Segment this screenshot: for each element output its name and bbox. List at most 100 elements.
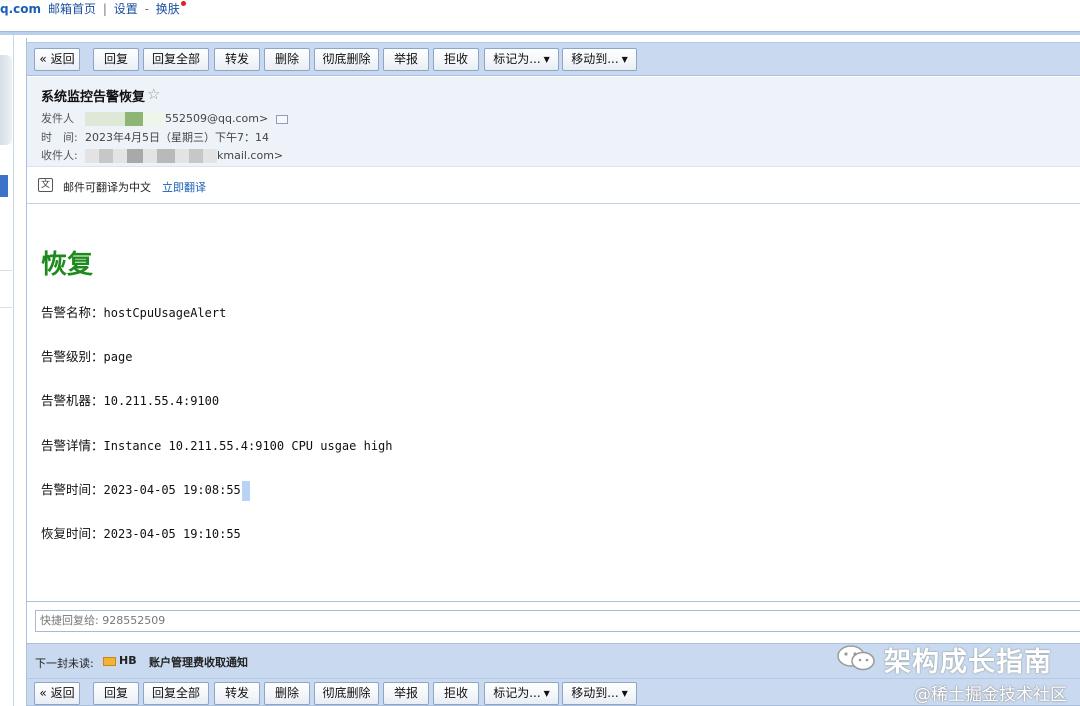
settings-link[interactable]: 设置 — [114, 2, 138, 16]
reply-all-button[interactable]: 回复全部 — [143, 48, 209, 71]
redaction-mosaic — [127, 149, 143, 163]
redaction-mosaic — [99, 149, 113, 163]
chevron-down-icon: ▼ — [621, 55, 628, 64]
mark-as-label: 标记为... — [493, 686, 541, 700]
row-key: 告警机器： — [41, 393, 104, 408]
move-to-dropdown[interactable]: 移动到... ▼ — [562, 682, 637, 705]
top-divider — [0, 31, 1080, 35]
redaction-mosaic — [143, 112, 165, 126]
translate-hint: 邮件可翻译为中文 — [63, 181, 151, 194]
separator: - — [144, 2, 149, 16]
divider — [0, 270, 12, 271]
row-value: Instance 10.211.55.4:9100 CPU usgae high — [103, 439, 393, 453]
mailbox-home-link[interactable]: 邮箱首页 — [48, 2, 96, 16]
row-value: 2023-04-05 19:10:55 — [103, 527, 241, 541]
row-value: 2023-04-05 19:08:55 — [103, 483, 241, 497]
sender-address[interactable]: 552509@qq.com> — [165, 112, 268, 125]
notification-dot-icon — [180, 1, 186, 6]
redaction-mosaic — [85, 112, 125, 126]
forward-button[interactable]: 转发 — [214, 682, 260, 705]
recipient-row: 收件人: kmail.com> — [41, 147, 283, 163]
reply-button[interactable]: 回复 — [93, 48, 139, 71]
quick-reply-area: 快捷回复给: 928552509 — [27, 601, 1080, 643]
alert-time-row: 告警时间：2023-04-05 19:08:55 — [41, 479, 250, 501]
recipient-label: 收件人: — [41, 149, 78, 162]
separator: | — [102, 2, 107, 16]
wechat-icon — [837, 645, 875, 671]
sidebar-selected-indicator[interactable] — [0, 175, 8, 197]
email-body: 恢复 告警名称：hostCpuUsageAlert 告警级别：page 告警机器… — [27, 206, 1080, 601]
alert-level-row: 告警级别：page — [41, 346, 132, 365]
divider — [0, 307, 12, 308]
body-heading: 恢复 — [41, 250, 94, 280]
reply-button[interactable]: 回复 — [93, 682, 139, 705]
top-links: 邮箱首页 | 设置 - 换肤 — [48, 0, 186, 17]
delete-button[interactable]: 删除 — [264, 48, 310, 71]
left-sidebar-edge — [0, 35, 14, 706]
translation-bar: 文 邮件可翻译为中文 立即翻译 — [27, 166, 1080, 204]
next-unread-subject[interactable]: 账户管理费收取通知 — [149, 654, 248, 670]
logo-text: q.com — [0, 2, 42, 16]
sidebar-decoration — [0, 55, 12, 145]
delete-permanently-button[interactable]: 彻底删除 — [314, 48, 379, 71]
row-key: 告警时间： — [41, 482, 104, 497]
back-button[interactable]: « 返回 — [34, 682, 80, 705]
chevron-down-icon: ▼ — [543, 55, 550, 64]
contact-card-icon[interactable] — [276, 114, 289, 124]
move-to-label: 移动到... — [571, 52, 619, 66]
redaction-mosaic — [203, 149, 217, 163]
sender-label: 发件人 — [41, 112, 74, 125]
sender-row: 发件人 552509@qq.com> — [41, 110, 289, 126]
alert-machine-row: 告警机器：10.211.55.4:9100 — [41, 390, 219, 409]
redaction-mosaic — [175, 149, 189, 163]
reject-button[interactable]: 拒收 — [433, 48, 479, 71]
change-skin-link[interactable]: 换肤 — [156, 2, 180, 16]
watermark-title: 架构成长指南 — [884, 647, 1052, 678]
email-subject: 系统监控告警恢复 — [41, 90, 146, 105]
delete-button[interactable]: 删除 — [264, 682, 310, 705]
quick-reply-input[interactable]: 快捷回复给: 928552509 — [35, 610, 1080, 632]
delete-permanently-button[interactable]: 彻底删除 — [314, 682, 379, 705]
translate-icon: 文 — [38, 178, 53, 192]
row-key: 告警级别： — [41, 349, 104, 364]
move-to-dropdown[interactable]: 移动到... ▼ — [562, 48, 637, 71]
row-key: 恢复时间： — [41, 526, 104, 541]
recipient-address[interactable]: kmail.com> — [217, 149, 283, 162]
redaction-mosaic — [113, 149, 127, 163]
mark-as-dropdown[interactable]: 标记为... ▼ — [484, 682, 559, 705]
next-unread-label: 下一封未读: — [35, 657, 94, 670]
recovery-time-row: 恢复时间：2023-04-05 19:10:55 — [41, 523, 241, 542]
row-value: 10.211.55.4:9100 — [103, 394, 220, 408]
alert-detail-row: 告警详情：Instance 10.211.55.4:9100 CPU usgae… — [41, 435, 393, 454]
time-label: 时 间: — [41, 131, 78, 144]
star-icon[interactable]: ☆ — [147, 85, 160, 103]
watermark-subtitle: @稀土掘金技术社区 — [914, 685, 1067, 705]
redaction-mosaic — [85, 149, 99, 163]
forward-button[interactable]: 转发 — [214, 48, 260, 71]
time-value: 2023年4月5日（星期三）下午7：14 — [85, 131, 269, 144]
redaction-mosaic — [125, 112, 143, 126]
chevron-down-icon: ▼ — [543, 689, 550, 698]
report-button[interactable]: 举报 — [383, 682, 429, 705]
redaction-mosaic — [157, 149, 175, 163]
translate-now-link[interactable]: 立即翻译 — [162, 179, 206, 195]
envelope-icon — [103, 657, 116, 666]
reject-button[interactable]: 拒收 — [433, 682, 479, 705]
row-key: 告警名称： — [41, 305, 104, 320]
redaction-mosaic — [189, 149, 203, 163]
row-value: hostCpuUsageAlert — [103, 306, 227, 320]
alert-name-row: 告警名称：hostCpuUsageAlert — [41, 302, 226, 321]
reply-all-button[interactable]: 回复全部 — [143, 682, 209, 705]
mark-as-label: 标记为... — [493, 52, 541, 66]
report-button[interactable]: 举报 — [383, 48, 429, 71]
row-value: page — [103, 350, 133, 364]
mail-reading-pane: « 返回 回复 回复全部 转发 删除 彻底删除 举报 拒收 标记为... ▼ 移动… — [26, 38, 1080, 706]
row-key: 告警详情： — [41, 438, 104, 453]
next-unread-sender[interactable]: HB — [119, 654, 137, 667]
top-navigation-bar: ━━ q.com 邮箱首页 | 设置 - 换肤 — [0, 0, 1080, 30]
mark-as-dropdown[interactable]: 标记为... ▼ — [484, 48, 559, 71]
move-to-label: 移动到... — [571, 686, 619, 700]
email-header: 系统监控告警恢复 ☆ 发件人 552509@qq.com> 时 间: 2023年4月… — [27, 77, 1080, 169]
chevron-down-icon: ▼ — [621, 689, 628, 698]
back-button[interactable]: « 返回 — [34, 48, 80, 71]
